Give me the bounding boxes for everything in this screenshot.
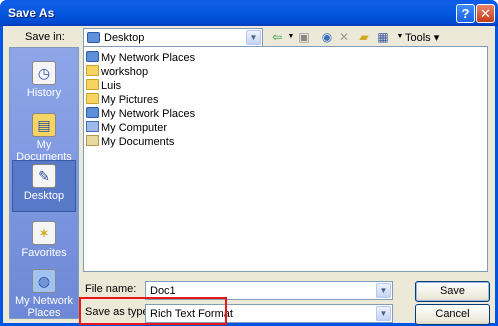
list-item[interactable]: My Pictures bbox=[86, 93, 158, 107]
new-folder-icon[interactable]: ▰ bbox=[356, 29, 372, 45]
delete-icon[interactable]: ✕ bbox=[336, 29, 352, 45]
desktop-icon bbox=[87, 32, 100, 43]
list-item[interactable]: My Computer bbox=[86, 121, 167, 135]
list-item[interactable]: My Network Places bbox=[86, 107, 195, 121]
file-name-label: File name: bbox=[85, 283, 137, 295]
help-button[interactable]: ? bbox=[456, 4, 475, 23]
place-favorites[interactable]: ✶ Favorites bbox=[12, 218, 76, 268]
folder-icon bbox=[86, 79, 99, 90]
save-in-dropdown[interactable]: Desktop ▼ bbox=[83, 28, 263, 47]
chevron-down-icon[interactable]: ▼ bbox=[246, 30, 261, 45]
place-network[interactable]: ◍ My Network Places bbox=[12, 266, 76, 319]
list-item-label: My Network Places bbox=[101, 52, 196, 64]
save-as-dialog: Save As ? ✕ Save in: Desktop ▼ ⇦ ▼ ▣ ◉ ✕… bbox=[0, 0, 498, 326]
views-icon[interactable]: ▦ bbox=[375, 29, 391, 45]
favorites-icon: ✶ bbox=[32, 221, 56, 245]
documents-icon bbox=[86, 135, 99, 146]
history-icon: ◷ bbox=[32, 61, 56, 85]
dialog-body: Save in: Desktop ▼ ⇦ ▼ ▣ ◉ ✕ ▰ ▦ ▼ Tools… bbox=[3, 26, 495, 325]
network-icon bbox=[86, 107, 99, 118]
place-label: My Network Places bbox=[14, 295, 74, 319]
list-item-label: My Pictures bbox=[101, 94, 159, 106]
chevron-down-icon[interactable]: ▼ bbox=[376, 306, 391, 321]
list-item[interactable]: Luis bbox=[86, 79, 121, 93]
folder-icon bbox=[86, 93, 99, 104]
places-bar: ◷ History ▤ My Documents ✎ Desktop ✶ Fav… bbox=[9, 47, 79, 319]
list-item[interactable]: workshop bbox=[86, 65, 148, 79]
search-web-icon[interactable]: ◉ bbox=[319, 29, 335, 45]
place-label: Favorites bbox=[21, 247, 67, 259]
up-folder-icon[interactable]: ▣ bbox=[296, 29, 312, 45]
cancel-button[interactable]: Cancel bbox=[415, 304, 490, 325]
file-list[interactable]: My Network Places workshop Luis My Pictu… bbox=[83, 46, 488, 272]
place-desktop[interactable]: ✎ Desktop bbox=[12, 160, 76, 212]
network-icon bbox=[86, 51, 99, 62]
list-item-label: My Documents bbox=[101, 136, 175, 148]
save-button[interactable]: Save bbox=[415, 281, 490, 302]
computer-icon bbox=[86, 121, 99, 132]
title-bar[interactable]: Save As ? ✕ bbox=[0, 0, 498, 26]
place-label: Desktop bbox=[23, 190, 65, 202]
list-item-label: workshop bbox=[101, 66, 149, 78]
list-item[interactable]: My Documents bbox=[86, 135, 174, 149]
window-title: Save As bbox=[8, 6, 55, 20]
file-name-value: Doc1 bbox=[150, 285, 176, 297]
chevron-down-icon[interactable]: ▼ bbox=[376, 283, 391, 298]
list-item[interactable]: My Network Places bbox=[86, 51, 195, 65]
tools-menu[interactable]: Tools ▾ bbox=[405, 31, 439, 44]
save-in-label: Save in: bbox=[25, 31, 65, 43]
place-label: History bbox=[26, 87, 62, 99]
network-places-icon: ◍ bbox=[32, 269, 56, 293]
list-item-label: Luis bbox=[101, 80, 122, 92]
folder-icon bbox=[86, 65, 99, 76]
place-history[interactable]: ◷ History bbox=[12, 58, 76, 108]
list-item-label: My Computer bbox=[101, 122, 168, 134]
red-highlight-box bbox=[79, 297, 227, 325]
close-button[interactable]: ✕ bbox=[476, 4, 495, 23]
desktop-icon: ✎ bbox=[32, 164, 56, 188]
save-in-value: Desktop bbox=[104, 32, 145, 44]
my-documents-icon: ▤ bbox=[32, 113, 56, 137]
place-my-documents[interactable]: ▤ My Documents bbox=[12, 110, 76, 163]
list-item-label: My Network Places bbox=[101, 108, 196, 120]
